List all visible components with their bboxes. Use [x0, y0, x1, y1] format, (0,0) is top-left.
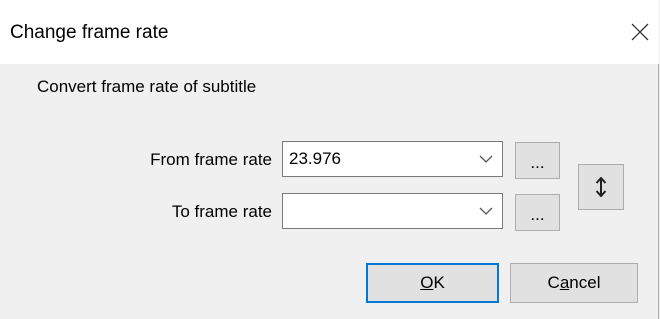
chevron-down-icon — [479, 155, 493, 163]
close-icon — [631, 23, 649, 41]
change-frame-rate-dialog: Change frame rate Convert frame rate of … — [0, 0, 659, 319]
ok-mnemonic: O — [420, 273, 434, 292]
to-frame-rate-label: To frame rate — [171, 202, 272, 221]
from-frame-rate-value: 23.976 — [289, 149, 341, 168]
ok-label-rest: K — [433, 273, 445, 292]
swap-vertical-icon — [595, 177, 607, 197]
cancel-button[interactable]: Cancel — [510, 263, 638, 303]
cancel-mnemonic: a — [559, 273, 570, 292]
to-frame-rate-browse-button[interactable]: ... — [515, 194, 560, 231]
from-frame-rate-browse-button[interactable]: ... — [515, 142, 560, 179]
swap-frame-rates-button[interactable] — [578, 164, 624, 210]
dialog-description: Convert frame rate of subtitle — [37, 77, 257, 96]
cancel-label-pre: C — [547, 273, 560, 292]
close-button[interactable] — [620, 12, 660, 52]
chevron-down-icon — [479, 207, 493, 215]
from-frame-rate-label: From frame rate — [150, 150, 272, 169]
ok-button[interactable]: OK — [366, 263, 499, 303]
dialog-title: Change frame rate — [10, 22, 169, 43]
title-bar: Change frame rate — [0, 0, 659, 64]
from-frame-rate-combo[interactable]: 23.976 — [282, 141, 503, 177]
cancel-label-rest: ncel — [569, 273, 601, 292]
to-frame-rate-combo[interactable] — [282, 193, 503, 229]
